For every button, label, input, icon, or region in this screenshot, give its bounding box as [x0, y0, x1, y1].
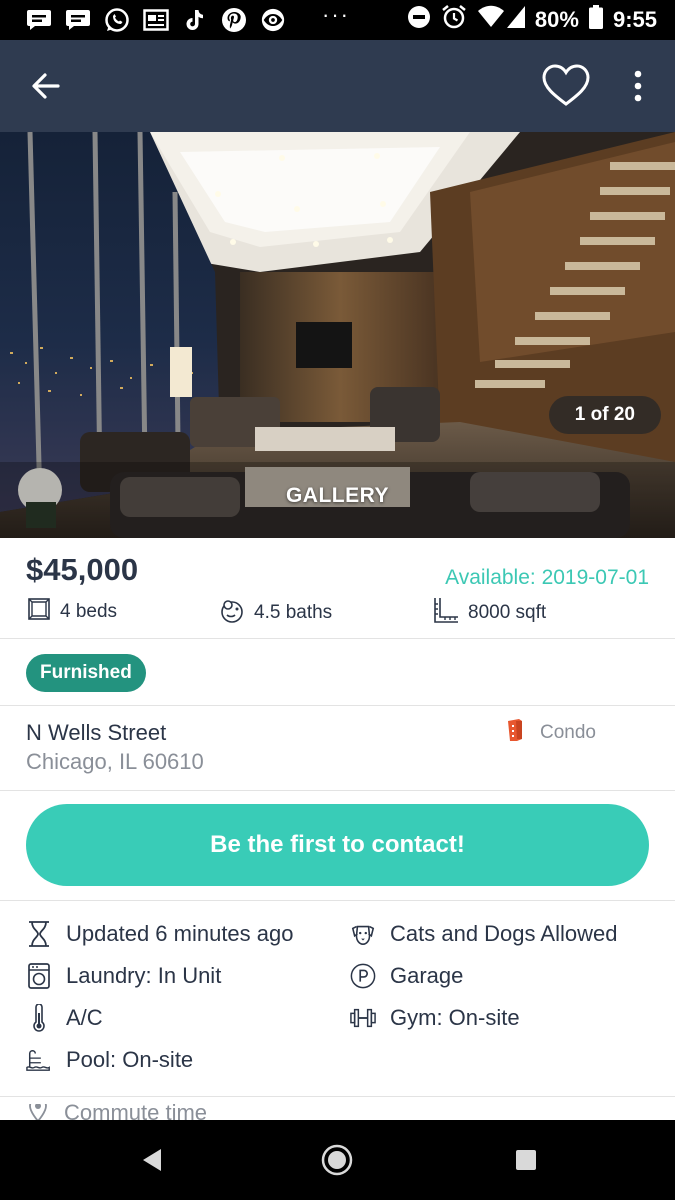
hourglass-icon [26, 920, 52, 948]
baths-label: 4.5 baths [254, 602, 333, 623]
status-bar: ··· 80% 9:55 [0, 0, 675, 40]
baths-stat: 4.5 baths [218, 596, 332, 630]
feature-label: Garage [390, 963, 464, 988]
feature-label: Updated 6 minutes ago [66, 921, 294, 946]
listing-price: $45,000 [26, 552, 139, 587]
interior-photo [0, 132, 675, 538]
arrow-left-icon[interactable] [28, 68, 64, 104]
feature-item: Laundry: In Unit [26, 962, 221, 990]
parking-icon [350, 962, 376, 990]
feature-label: Pool: On-site [66, 1047, 194, 1072]
divider [0, 638, 675, 639]
washer-icon [26, 962, 52, 990]
app-bar [0, 40, 675, 132]
bed-icon [26, 596, 52, 628]
status-right: 80% 9:55 [407, 4, 657, 36]
feature-item: Garage [350, 962, 463, 990]
feature-item: Updated 6 minutes ago [26, 920, 294, 948]
feature-label: Cats and Dogs Allowed [390, 921, 618, 946]
overflow-notifications: ··· [322, 2, 350, 27]
sqft-stat: 8000 sqft [432, 596, 546, 630]
pinterest-icon [221, 7, 247, 33]
battery-percent: 80% [534, 7, 579, 32]
sqft-label: 8000 sqft [468, 602, 547, 623]
message-icon [26, 7, 52, 33]
nav-recents-icon[interactable] [511, 1145, 541, 1175]
nav-home-icon[interactable] [321, 1144, 353, 1176]
furnished-badge: Furnished [26, 654, 146, 692]
photo-counter: 1 of 20 [548, 396, 661, 434]
feature-label: Laundry: In Unit [66, 963, 222, 988]
divider [0, 900, 675, 901]
beds-label: 4 beds [60, 601, 118, 622]
feature-item: Cats and Dogs Allowed [350, 920, 617, 948]
news-icon [143, 7, 169, 33]
nav-back-icon[interactable] [137, 1145, 167, 1175]
pool-ladder-icon [26, 1046, 52, 1074]
bathtub-icon [218, 596, 246, 630]
notification-icons [26, 7, 286, 33]
message-icon [65, 7, 91, 33]
divider [0, 790, 675, 791]
alarm-icon [441, 4, 467, 36]
availability-date: Available: 2019-07-01 [445, 566, 649, 589]
city-address: Chicago, IL 60610 [26, 749, 204, 774]
listing-photo[interactable]: 1 of 20 GALLERY [0, 132, 675, 538]
tiktok-icon [182, 7, 208, 33]
feature-item: Pool: On-site [26, 1046, 193, 1074]
clock: 9:55 [612, 7, 657, 32]
wifi-icon [477, 5, 505, 35]
whatsapp-icon [104, 7, 130, 33]
eye-icon [260, 7, 286, 33]
gallery-button[interactable]: GALLERY [0, 484, 675, 508]
thermometer-icon [26, 1004, 52, 1032]
beds-stat: 4 beds [26, 596, 117, 628]
property-type-label: Condo [540, 722, 596, 743]
street-address: N Wells Street [26, 720, 167, 745]
dumbbell-icon [350, 1004, 376, 1032]
ruler-icon [432, 596, 460, 630]
building-icon [506, 718, 524, 748]
system-nav-bar [0, 1120, 675, 1200]
heart-outline-icon[interactable] [540, 62, 592, 110]
feature-item: Gym: On-site [350, 1004, 520, 1032]
signal-icon [506, 6, 525, 34]
more-vert-icon[interactable] [626, 68, 650, 104]
feature-label: Gym: On-site [390, 1005, 520, 1030]
dnd-icon [407, 5, 431, 35]
divider [0, 1096, 675, 1097]
feature-label: A/C [66, 1005, 103, 1030]
divider [0, 705, 675, 706]
feature-item: A/C [26, 1004, 103, 1032]
property-type: Condo [506, 718, 596, 748]
battery-icon [588, 5, 603, 35]
contact-button[interactable]: Be the first to contact! [26, 804, 649, 886]
dog-icon [350, 920, 376, 948]
